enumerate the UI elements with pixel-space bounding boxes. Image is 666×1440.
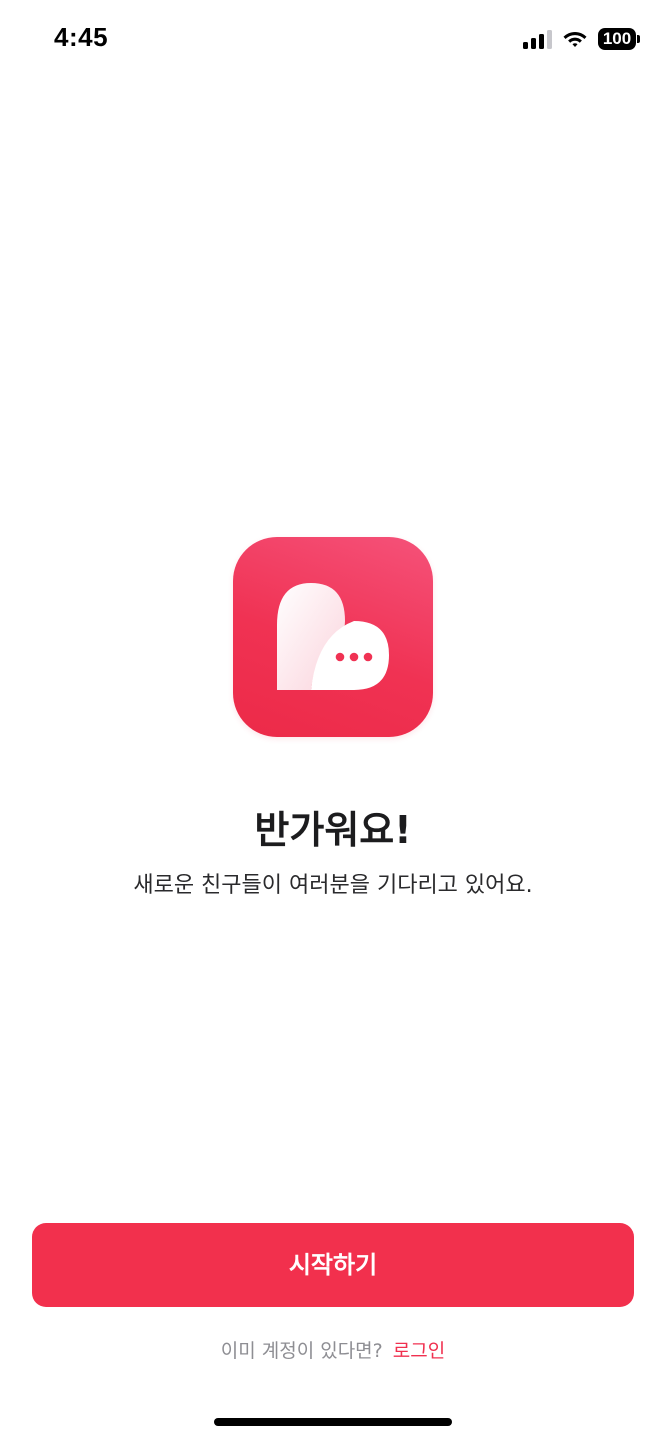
login-link[interactable]: 로그인 [393, 1340, 445, 1362]
login-row: 이미 계정이 있다면? 로그인 [0, 1336, 666, 1366]
start-button[interactable]: 시작하기 [32, 1223, 634, 1307]
wifi-icon [562, 29, 588, 49]
home-indicator[interactable] [214, 1418, 452, 1426]
status-bar: 4:45 100 [0, 0, 666, 80]
app-logo [233, 537, 433, 737]
signal-icon [523, 29, 552, 49]
status-icons: 100 [523, 28, 640, 50]
login-prompt-text: 이미 계정이 있다면? [220, 1340, 383, 1362]
battery-icon: 100 [598, 28, 640, 50]
status-time: 4:45 [54, 22, 109, 52]
welcome-subtitle: 새로운 친구들이 여러분을 기다리고 있어요. [133, 873, 533, 898]
heart-chat-bubble-icon [277, 583, 389, 690]
welcome-title: 반가워요! [254, 808, 412, 852]
battery-level: 100 [598, 28, 636, 50]
